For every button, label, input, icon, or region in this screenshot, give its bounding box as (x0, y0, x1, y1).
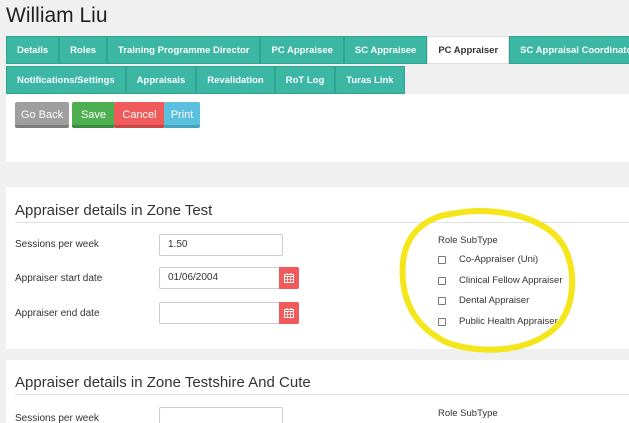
role-subtype-label: Co-Appraiser (Uni) (459, 254, 539, 265)
tab-bar-row-1: Details Roles Training Programme Directo… (6, 36, 629, 64)
role-subtype-title: Role SubType (438, 235, 498, 246)
appraiser-start-date-label: Appraiser start date (15, 273, 103, 284)
checkbox[interactable] (438, 255, 446, 264)
role-subtype-label: Clinical Fellow Appraiser (459, 275, 563, 286)
tab-appraisals[interactable]: Appraisals (125, 66, 197, 94)
role-subtype-co-appraiser[interactable]: Co-Appraiser (Uni) (438, 254, 538, 265)
calendar-icon (284, 273, 294, 283)
checkbox[interactable] (438, 276, 446, 285)
action-panel: Go Back Save Cancel Print (6, 94, 629, 162)
end-date-calendar-button[interactable] (279, 302, 299, 324)
sessions-per-week-label: Sessions per week (15, 413, 99, 423)
role-subtype-public-health[interactable]: Public Health Appraiser (438, 316, 558, 327)
zone-divider (15, 222, 629, 223)
zone-title: Appraiser details in Zone Test (15, 202, 213, 219)
tab-rot-log[interactable]: RoT Log (274, 66, 336, 94)
save-button[interactable]: Save (72, 102, 115, 128)
role-subtype-dental[interactable]: Dental Appraiser (438, 295, 529, 306)
role-subtype-title: Role SubType (438, 408, 498, 419)
zone-panel-testshire: Appraiser details in Zone Testshire And … (6, 360, 629, 423)
tab-pc-appraiser[interactable]: PC Appraiser (427, 36, 510, 64)
tab-details[interactable]: Details (6, 36, 60, 64)
print-button[interactable]: Print (164, 102, 200, 128)
appraiser-start-date-input[interactable]: 01/06/2004 (159, 267, 283, 289)
tab-sc-appraisal-coordinator[interactable]: SC Appraisal Coordinator (509, 36, 629, 64)
cancel-button[interactable]: Cancel (114, 102, 165, 128)
sessions-per-week-input[interactable]: 1.50 (159, 234, 283, 256)
role-subtype-label: Public Health Appraiser (459, 316, 558, 327)
go-back-button[interactable]: Go Back (15, 102, 69, 128)
tab-turas-link[interactable]: Turas Link (335, 66, 405, 94)
page-title: William Liu (6, 4, 108, 27)
tab-revalidation[interactable]: Revalidation (196, 66, 275, 94)
zone-divider (15, 394, 629, 395)
appraiser-end-date-label: Appraiser end date (15, 308, 100, 319)
tab-pc-appraisee[interactable]: PC Appraisee (260, 36, 344, 64)
role-subtype-clinical-fellow[interactable]: Clinical Fellow Appraiser (438, 275, 562, 286)
sessions-per-week-label: Sessions per week (15, 239, 99, 250)
tab-roles[interactable]: Roles (59, 36, 108, 64)
appraiser-end-date-input[interactable] (159, 302, 283, 324)
tab-bar-row-2: Notifications/Settings Appraisals Revali… (6, 66, 405, 94)
sessions-per-week-input[interactable] (159, 407, 283, 423)
role-subtype-label: Dental Appraiser (459, 295, 530, 306)
zone-title: Appraiser details in Zone Testshire And … (15, 374, 311, 391)
tab-notifications-settings[interactable]: Notifications/Settings (6, 66, 126, 94)
checkbox[interactable] (438, 317, 446, 326)
tab-training-programme-director[interactable]: Training Programme Director (107, 36, 261, 64)
tab-sc-appraisee[interactable]: SC Appraisee (343, 36, 428, 64)
start-date-calendar-button[interactable] (279, 267, 299, 289)
checkbox[interactable] (438, 296, 446, 305)
calendar-icon (284, 308, 294, 318)
zone-panel-test: Appraiser details in Zone Test Sessions … (6, 187, 629, 349)
